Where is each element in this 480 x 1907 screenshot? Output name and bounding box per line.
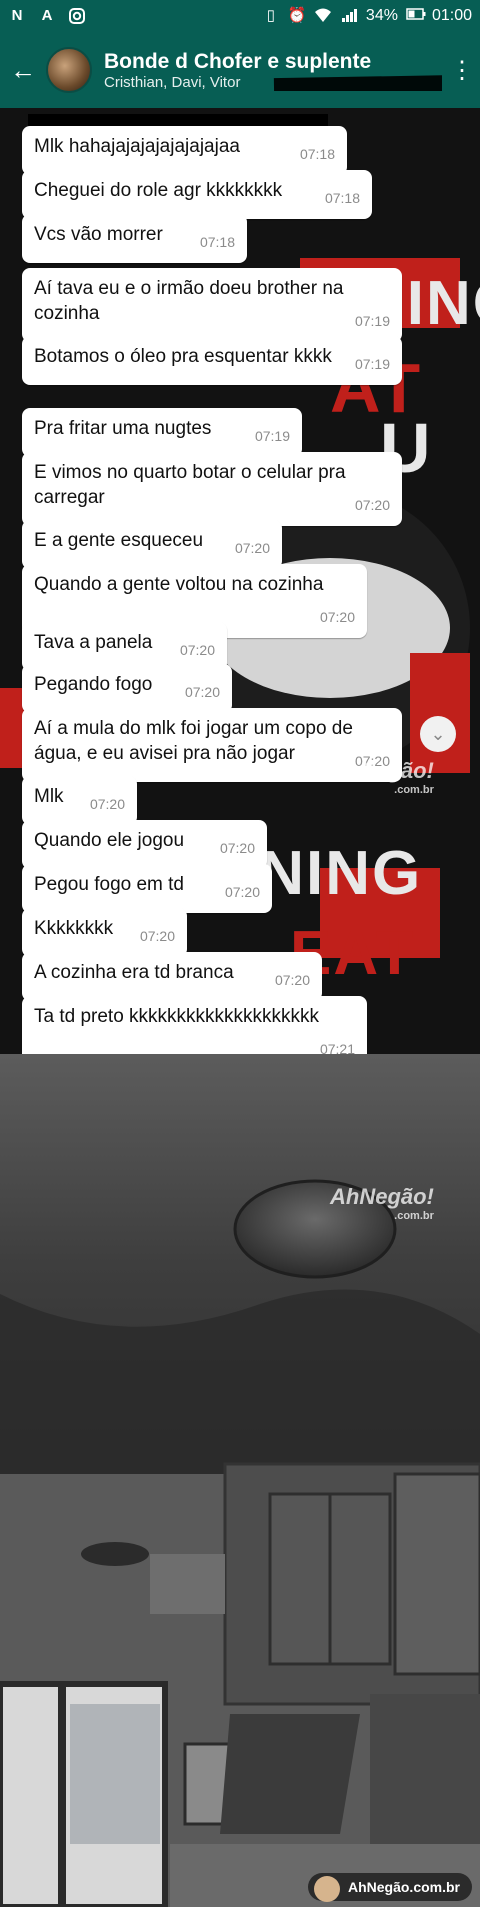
message-time: 07:18 [299,146,335,162]
watermark-brand: AhNegão! [330,758,434,783]
notification-n-icon: N [11,7,23,24]
wifi-icon [314,7,332,25]
message-bubble[interactable]: E a gente esqueceu 07:20 [22,520,282,569]
watermark-domain: .com.br [394,1210,434,1222]
instagram-icon [68,7,86,25]
message-bubble[interactable]: Pegou fogo em td 07:20 [22,864,272,913]
watermark: AhNegão! .com.br [330,1184,434,1222]
message-bubble[interactable]: Ta td preto kkkkkkkkkkkkkkkkkkkk 07:21 [22,996,367,1054]
group-title: Bonde d Chofer e suplente [104,49,372,73]
message-time: 07:20 [224,884,260,900]
scroll-down-icon[interactable]: ⌄ [420,716,456,752]
message-text: Botamos o óleo pra esquentar kkkk [34,346,332,367]
chat-header: ← Bonde d Chofer e suplente Cristhian, D… [0,32,480,108]
watermark-domain: .com.br [394,784,434,796]
message-bubble[interactable]: Aí tava eu e o irmão doeu brother na coz… [22,268,402,342]
redaction-bar [273,73,442,91]
message-time: 07:19 [354,313,390,329]
message-bubble[interactable]: Vcs vão morrer 07:18 [22,214,247,263]
chat-title-area[interactable]: Bonde d Chofer e suplente Cristhian, Dav… [104,50,442,91]
message-bubble[interactable]: Pra fritar uma nugtes 07:19 [22,408,302,457]
message-time: 07:18 [199,234,235,250]
message-time: 07:20 [179,642,215,658]
message-text: Mlk [34,786,64,807]
group-avatar[interactable] [46,47,92,93]
notification-a-icon: A [41,7,53,24]
message-time: 07:20 [219,840,255,856]
clock: 01:00 [431,7,472,24]
message-time: 07:20 [89,796,125,812]
kitchen-illustration [0,1054,480,1907]
message-text: A cozinha era td branca [34,962,234,983]
message-text: Pegando fogo [34,674,153,695]
vibrate-icon: ▯ [266,7,276,24]
message-time: 07:20 [354,497,390,513]
message-time: 07:20 [319,609,355,625]
message-text: Tava a panela [34,632,153,653]
message-bubble[interactable]: E vimos no quarto botar o celular pra ca… [22,452,402,526]
message-text: Aí tava eu e o irmão doeu brother na coz… [34,278,344,324]
message-bubble[interactable]: Pegando fogo 07:20 [22,664,232,713]
mascot-icon [313,1876,340,1902]
message-time: 07:19 [354,356,390,372]
alarm-icon: ⏰ [287,7,307,24]
message-time: 07:20 [274,972,310,988]
message-time: 07:20 [234,540,270,556]
message-text: Vcs vão morrer [34,224,163,245]
message-bubble[interactable]: Botamos o óleo pra esquentar kkkk 07:19 [22,336,402,385]
message-text: Kkkkkkkk [34,918,114,939]
site-footer-logo: AhNegão.com.br [307,1873,472,1902]
battery-icon [406,7,426,25]
burnt-kitchen-photo: AhNegão! .com.br AhNegão.com.br [0,1054,480,1907]
message-text: Cheguei do role agr kkkkkkkk [34,180,283,201]
message-text: Ta td preto kkkkkkkkkkkkkkkkkkkk [34,1006,320,1027]
members-text: Cristhian, Davi, Vitor [104,73,241,91]
status-bar: N A ▯ ⏰ 34% 01:00 [0,0,480,32]
signal-icon [340,7,358,25]
message-text: Pra fritar uma nugtes [34,418,212,439]
message-bubble[interactable]: Mlk 07:20 [22,776,137,825]
watermark: AhNegão! .com.br [330,758,434,796]
more-options-icon[interactable]: ⋮ [450,56,474,85]
message-text: E vimos no quarto botar o celular pra ca… [34,462,346,508]
message-text: Aí a mula do mlk foi jogar um copo de ág… [34,718,353,764]
message-bubble[interactable]: A cozinha era td branca 07:20 [22,952,322,1001]
message-time: 07:21 [319,1041,355,1054]
chat-area[interactable]: NING AT U INING EAT Mlk hahajajajajajaja… [0,108,480,1054]
message-text: Quando a gente voltou na cozinha [34,574,324,595]
message-bubble[interactable]: Quando ele jogou 07:20 [22,820,267,869]
message-time: 07:20 [139,928,175,944]
message-time: 07:20 [184,684,220,700]
footer-logo-text: AhNegão.com.br [347,1879,460,1895]
message-text: E a gente esqueceu [34,530,204,551]
message-time: 07:19 [254,428,290,444]
watermark-brand: AhNegão! [330,1184,434,1209]
message-time: 07:18 [324,190,360,206]
message-text: Quando ele jogou [34,830,185,851]
message-bubble[interactable]: Cheguei do role agr kkkkkkkk 07:18 [22,170,372,219]
message-text: Mlk hahajajajajajajajajaa [34,136,240,157]
message-text: Pegou fogo em td [34,874,184,895]
message-bubble[interactable]: Kkkkkkkk 07:20 [22,908,187,957]
group-members: Cristhian, Davi, Vitor [104,73,442,91]
message-bubble[interactable]: Mlk hahajajajajajajajajaa 07:18 [22,126,347,175]
back-arrow-icon[interactable]: ← [10,55,36,86]
battery-percent: 34% [365,7,398,24]
